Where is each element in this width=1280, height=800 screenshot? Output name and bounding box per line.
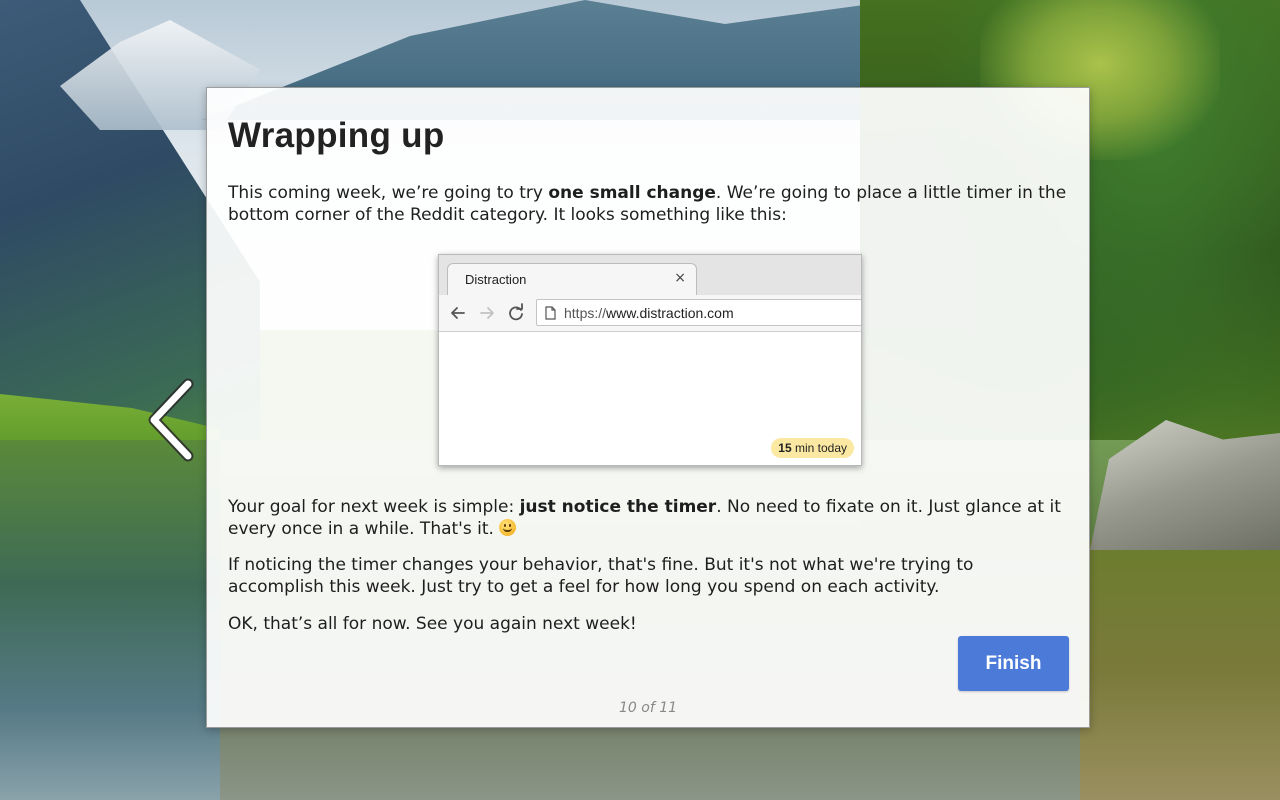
chevron-left-icon <box>148 378 194 462</box>
browser-tab-title: Distraction <box>465 272 527 287</box>
arrow-left-icon <box>451 307 465 319</box>
goal-bold-text: just notice the timer <box>519 497 717 517</box>
browser-tabstrip: Distraction × <box>439 255 861 295</box>
lake-reflection-right <box>1080 540 1280 800</box>
url-host: www.distraction.com <box>606 305 734 321</box>
slide-card: Wrapping up This coming week, we’re goin… <box>206 87 1090 728</box>
slide-counter: 10 of 11 <box>618 700 678 716</box>
goal-paragraph: Your goal for next week is simple: just … <box>228 496 1074 540</box>
reload-icon <box>509 303 523 321</box>
browser-toolbar: https://www.distraction.com <box>439 295 861 332</box>
intro-paragraph: This coming week, we’re going to try one… <box>228 182 1074 226</box>
example-browser-screenshot: Distraction × https://www.distraction.co… <box>438 254 862 466</box>
intro-bold-text: one small change <box>548 183 716 203</box>
intro-text-start: This coming week, we’re going to try <box>228 183 549 203</box>
timer-suffix: min today <box>791 441 847 455</box>
timer-badge: 15 min today <box>771 438 854 458</box>
page-icon <box>545 306 556 320</box>
arrow-right-icon <box>480 307 494 319</box>
closing-paragraph: OK, that’s all for now. See you again ne… <box>228 614 637 634</box>
behavior-paragraph: If noticing the timer changes your behav… <box>228 555 974 597</box>
browser-tab: Distraction × <box>447 263 697 295</box>
tab-close-icon: × <box>674 270 686 286</box>
lake-reflection-left <box>0 440 220 800</box>
timer-minutes: 15 <box>778 441 792 455</box>
slide-title: Wrapping up <box>228 116 445 155</box>
previous-slide-button[interactable] <box>138 376 208 466</box>
url-scheme: https:// <box>564 305 607 321</box>
url-text: https://www.distraction.com <box>564 305 734 321</box>
finish-button[interactable]: Finish <box>958 636 1069 691</box>
url-bar: https://www.distraction.com <box>536 299 861 326</box>
goal-text-start: Your goal for next week is simple: <box>228 497 520 517</box>
smile-emoji-icon <box>499 519 517 536</box>
